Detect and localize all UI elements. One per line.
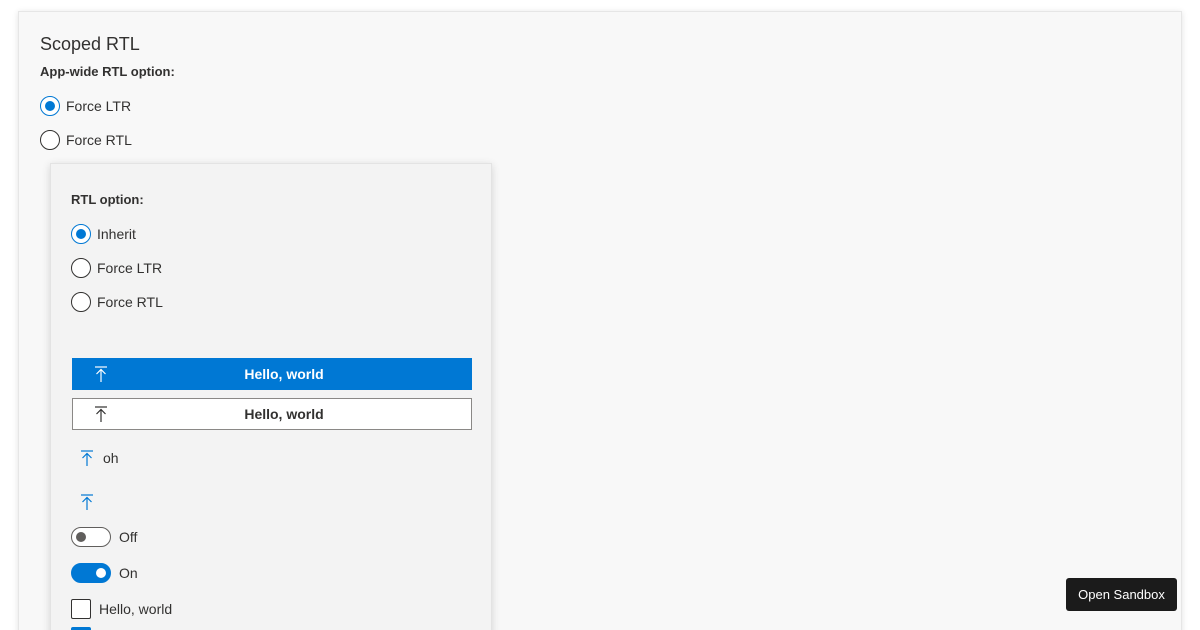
- scoped-rtl-card: Scoped RTL App-wide RTL option: Force LT…: [18, 11, 1182, 630]
- radio-app-force-ltr[interactable]: Force LTR: [40, 95, 131, 117]
- radio-inherit[interactable]: Inherit: [71, 223, 136, 245]
- toggle-on[interactable]: On: [71, 563, 138, 583]
- checkbox-box[interactable]: [71, 599, 91, 619]
- upload-arrow-icon: [81, 494, 93, 510]
- page-title: Scoped RTL: [40, 34, 140, 54]
- radio-label: Inherit: [97, 226, 136, 242]
- icon-button[interactable]: [79, 493, 95, 511]
- toggle-label: Off: [119, 529, 138, 545]
- radio-unchecked-indicator: [71, 292, 91, 312]
- upload-arrow-icon: [81, 450, 93, 466]
- radio-label: Force LTR: [66, 98, 132, 114]
- radio-unchecked-indicator: [71, 258, 91, 278]
- radio-force-ltr[interactable]: Force LTR: [71, 257, 162, 279]
- radio-label: Force LTR: [97, 260, 163, 276]
- radio-unchecked-indicator: [40, 130, 60, 150]
- toggle-off[interactable]: Off: [71, 527, 137, 547]
- button-label: Hello, world: [244, 366, 324, 382]
- radio-checked-indicator: [71, 224, 91, 244]
- toggle-switch[interactable]: [71, 527, 111, 547]
- radio-app-force-rtl[interactable]: Force RTL: [40, 129, 132, 151]
- open-sandbox-button[interactable]: Open Sandbox: [1066, 578, 1177, 611]
- radio-label: Force RTL: [66, 132, 132, 148]
- checkbox-hello-world[interactable]: Hello, world: [71, 599, 172, 619]
- radio-force-rtl[interactable]: Force RTL: [71, 291, 163, 313]
- upload-arrow-icon: [95, 406, 107, 422]
- action-button-label: oh: [103, 450, 119, 466]
- default-button[interactable]: Hello, world: [72, 398, 472, 430]
- toggle-switch[interactable]: [71, 563, 111, 583]
- primary-button[interactable]: Hello, world: [72, 358, 472, 390]
- upload-arrow-icon: [95, 366, 107, 382]
- scoped-rtl-panel: RTL option: Inherit Force LTR Force RTL …: [50, 163, 492, 630]
- rtl-option-label: RTL option:: [71, 192, 144, 207]
- app-rtl-label: App-wide RTL option:: [40, 64, 175, 79]
- radio-label: Force RTL: [97, 294, 163, 310]
- radio-checked-indicator: [40, 96, 60, 116]
- button-label: Hello, world: [244, 406, 324, 422]
- checkbox-label: Hello, world: [99, 601, 173, 617]
- action-button-oh[interactable]: oh: [79, 449, 119, 467]
- toggle-label: On: [119, 565, 138, 581]
